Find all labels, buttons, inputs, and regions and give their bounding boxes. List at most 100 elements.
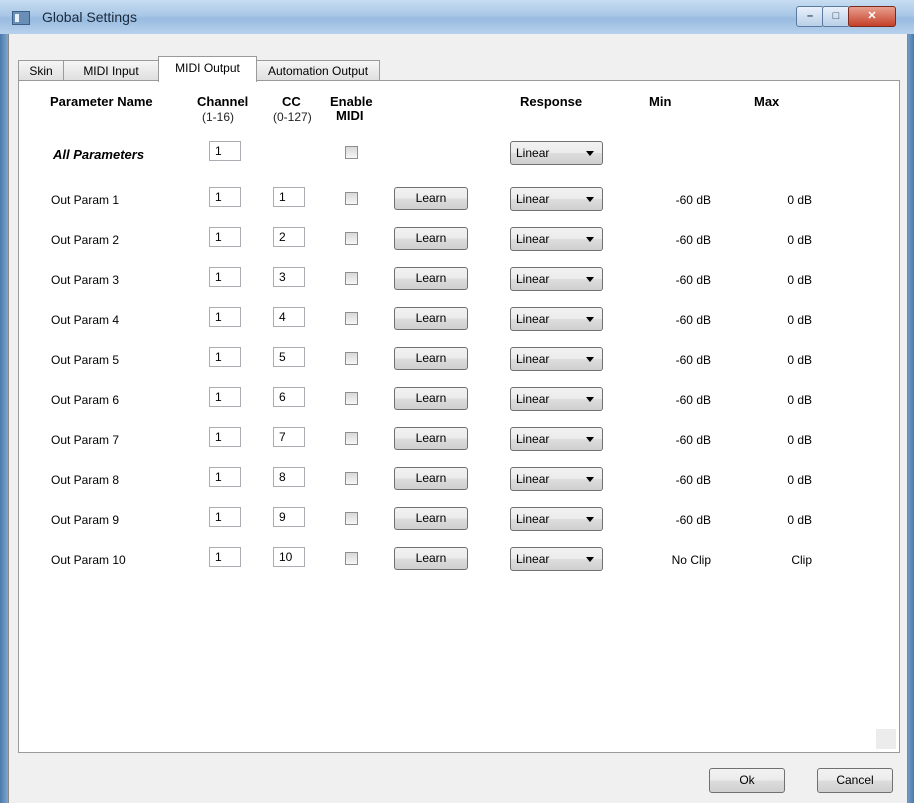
chevron-down-icon	[586, 317, 594, 322]
close-button[interactable]: ✕	[848, 6, 896, 27]
max-value: 0 dB	[787, 273, 812, 287]
param-name-label: Out Param 4	[51, 313, 120, 327]
channel-input[interactable]: 1	[209, 187, 241, 207]
learn-button[interactable]: Learn	[394, 467, 468, 490]
response-select[interactable]: Linear	[510, 307, 603, 331]
enable-midi-checkbox[interactable]	[345, 512, 358, 525]
resize-grip[interactable]	[876, 729, 896, 749]
header-cc-range: (0-127)	[273, 110, 312, 124]
cc-input[interactable]: 8	[273, 467, 305, 487]
tab-automation-output[interactable]: Automation Output	[256, 60, 380, 81]
min-value: -60 dB	[675, 473, 711, 487]
cc-input[interactable]: 4	[273, 307, 305, 327]
learn-button[interactable]: Learn	[394, 187, 468, 210]
enable-midi-checkbox[interactable]	[345, 312, 358, 325]
response-select[interactable]: Linear	[510, 347, 603, 371]
min-value: -60 dB	[675, 313, 711, 327]
cc-input[interactable]: 7	[273, 427, 305, 447]
channel-input[interactable]: 1	[209, 427, 241, 447]
learn-button[interactable]: Learn	[394, 547, 468, 570]
tab-skin[interactable]: Skin	[18, 60, 64, 81]
response-value: Linear	[516, 272, 550, 286]
channel-input[interactable]: 1	[209, 547, 241, 567]
all-enable-checkbox[interactable]	[345, 146, 358, 159]
channel-input[interactable]: 1	[209, 227, 241, 247]
chevron-down-icon	[586, 517, 594, 522]
max-value: Clip	[791, 553, 812, 567]
max-value: 0 dB	[787, 473, 812, 487]
learn-button[interactable]: Learn	[394, 267, 468, 290]
param-name-label: Out Param 2	[51, 233, 120, 247]
min-value: -60 dB	[675, 393, 711, 407]
param-name-label: Out Param 5	[51, 353, 120, 367]
cc-input[interactable]: 10	[273, 547, 305, 567]
response-select[interactable]: Linear	[510, 547, 603, 571]
response-value: Linear	[516, 392, 550, 406]
response-select[interactable]: Linear	[510, 227, 603, 251]
chevron-down-icon	[586, 277, 594, 282]
response-select[interactable]: Linear	[510, 507, 603, 531]
response-value: Linear	[516, 512, 550, 526]
enable-midi-checkbox[interactable]	[345, 352, 358, 365]
learn-button[interactable]: Learn	[394, 387, 468, 410]
cc-input[interactable]: 5	[273, 347, 305, 367]
param-name-label: Out Param 7	[51, 433, 120, 447]
cc-input[interactable]: 6	[273, 387, 305, 407]
channel-input[interactable]: 1	[209, 267, 241, 287]
all-channel-input[interactable]: 1	[209, 141, 241, 161]
app-icon	[12, 11, 30, 25]
param-name-label: Out Param 1	[51, 193, 120, 207]
channel-input[interactable]: 1	[209, 307, 241, 327]
learn-button[interactable]: Learn	[394, 227, 468, 250]
channel-input[interactable]: 1	[209, 467, 241, 487]
header-cc: CC	[282, 94, 301, 109]
param-name-label: Out Param 10	[51, 553, 126, 567]
response-select[interactable]: Linear	[510, 387, 603, 411]
enable-midi-checkbox[interactable]	[345, 232, 358, 245]
learn-button[interactable]: Learn	[394, 307, 468, 330]
header-channel-range: (1-16)	[202, 110, 235, 124]
response-value: Linear	[516, 432, 550, 446]
cc-input[interactable]: 1	[273, 187, 305, 207]
chevron-down-icon	[586, 437, 594, 442]
min-value: -60 dB	[675, 433, 711, 447]
maximize-button[interactable]: □	[822, 6, 850, 27]
enable-midi-checkbox[interactable]	[345, 552, 358, 565]
cc-input[interactable]: 2	[273, 227, 305, 247]
header-response: Response	[520, 94, 583, 109]
tab-midi-input[interactable]: MIDI Input	[63, 60, 159, 81]
param-name-label: Out Param 8	[51, 473, 120, 487]
header-enable: Enable	[330, 94, 373, 109]
channel-input[interactable]: 1	[209, 507, 241, 527]
cancel-button[interactable]: Cancel	[817, 768, 893, 793]
ok-button[interactable]: Ok	[709, 768, 785, 793]
response-select[interactable]: Linear	[510, 427, 603, 451]
cc-input[interactable]: 3	[273, 267, 305, 287]
tab-midi-output[interactable]: MIDI Output	[158, 56, 257, 82]
chevron-down-icon	[586, 237, 594, 242]
all-response-select[interactable]: Linear	[510, 141, 603, 165]
channel-input[interactable]: 1	[209, 387, 241, 407]
enable-midi-checkbox[interactable]	[345, 392, 358, 405]
chevron-down-icon	[586, 397, 594, 402]
enable-midi-checkbox[interactable]	[345, 272, 358, 285]
response-value: Linear	[516, 312, 550, 326]
response-select[interactable]: Linear	[510, 187, 603, 211]
chevron-down-icon	[586, 197, 594, 202]
learn-button[interactable]: Learn	[394, 427, 468, 450]
response-select[interactable]: Linear	[510, 267, 603, 291]
response-select[interactable]: Linear	[510, 467, 603, 491]
channel-input[interactable]: 1	[209, 347, 241, 367]
enable-midi-checkbox[interactable]	[345, 192, 358, 205]
learn-button[interactable]: Learn	[394, 507, 468, 530]
enable-midi-checkbox[interactable]	[345, 432, 358, 445]
param-name-label: Out Param 6	[51, 393, 120, 407]
title-bar[interactable]: Global Settings – □ ✕	[0, 0, 914, 35]
enable-midi-checkbox[interactable]	[345, 472, 358, 485]
learn-button[interactable]: Learn	[394, 347, 468, 370]
header-min: Min	[649, 94, 672, 109]
minimize-button[interactable]: –	[796, 6, 824, 27]
cc-input[interactable]: 9	[273, 507, 305, 527]
chevron-down-icon	[586, 477, 594, 482]
max-value: 0 dB	[787, 513, 812, 527]
